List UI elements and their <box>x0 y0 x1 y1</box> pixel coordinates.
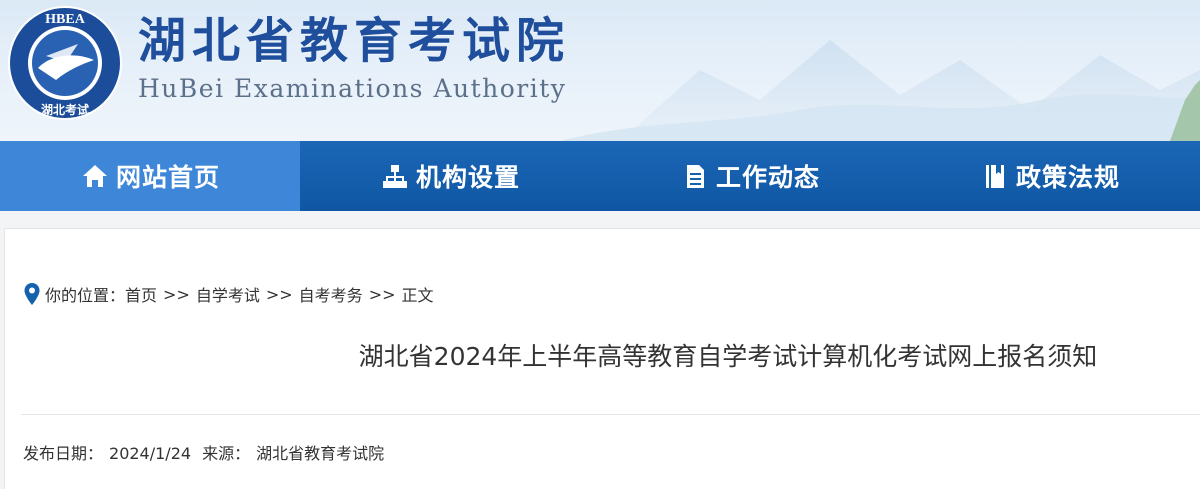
breadcrumb-separator: >> <box>265 284 293 304</box>
source-label: 来源： <box>202 444 251 463</box>
nav-item-policy[interactable]: 政策法规 <box>900 141 1200 211</box>
breadcrumb-link-home[interactable]: 首页 <box>125 282 157 306</box>
document-icon <box>680 161 710 191</box>
main-nav: 网站首页 机构设置 工作动态 政策法规 <box>0 141 1200 211</box>
location-pin-icon <box>24 283 40 305</box>
site-title: 湖北省教育考试院 <box>138 13 571 69</box>
breadcrumb-link-self-study[interactable]: 自学考试 <box>196 282 260 306</box>
breadcrumb-link-exam-affairs[interactable]: 自考考务 <box>299 282 363 306</box>
hbea-logo[interactable]: HBEA 湖北考试 <box>6 4 124 122</box>
breadcrumb: 你的位置： 首页 >> 自学考试 >> 自考考务 >> 正文 <box>23 281 434 307</box>
breadcrumb-separator: >> <box>163 284 190 304</box>
nav-item-news[interactable]: 工作动态 <box>600 141 900 211</box>
source-value: 湖北省教育考试院 <box>256 444 385 463</box>
article-meta: 发布日期： 2024/1/24 来源： 湖北省教育考试院 <box>23 440 384 464</box>
nav-item-organization[interactable]: 机构设置 <box>300 141 600 211</box>
site-header: HBEA 湖北考试 湖北省教育考试院 HuBei Examinations Au… <box>0 0 1200 141</box>
sitemap-icon <box>380 161 410 191</box>
breadcrumb-separator: >> <box>368 284 396 304</box>
home-icon <box>80 161 110 191</box>
nav-item-label: 网站首页 <box>115 163 220 192</box>
breadcrumb-prefix: 你的位置： <box>45 286 126 305</box>
nav-item-label: 政策法规 <box>1015 163 1120 192</box>
divider <box>21 414 1200 415</box>
book-icon <box>980 161 1010 191</box>
breadcrumb-current: 正文 <box>401 286 434 305</box>
nav-item-label: 机构设置 <box>415 163 520 192</box>
site-subtitle: HuBei Examinations Authority <box>138 74 567 103</box>
publish-date-label: 发布日期： <box>23 444 104 463</box>
logo-top-text: HBEA <box>45 12 86 27</box>
nav-item-home[interactable]: 网站首页 <box>0 141 300 211</box>
logo-bottom-text: 湖北考试 <box>41 102 89 117</box>
article-title: 湖北省2024年上半年高等教育自学考试计算机化考试网上报名须知 <box>358 342 1098 371</box>
publish-date: 2024/1/24 <box>109 444 192 463</box>
nav-item-label: 工作动态 <box>715 163 820 192</box>
article-card: 你的位置： 首页 >> 自学考试 >> 自考考务 >> 正文 湖北省2024年上… <box>4 228 1200 489</box>
